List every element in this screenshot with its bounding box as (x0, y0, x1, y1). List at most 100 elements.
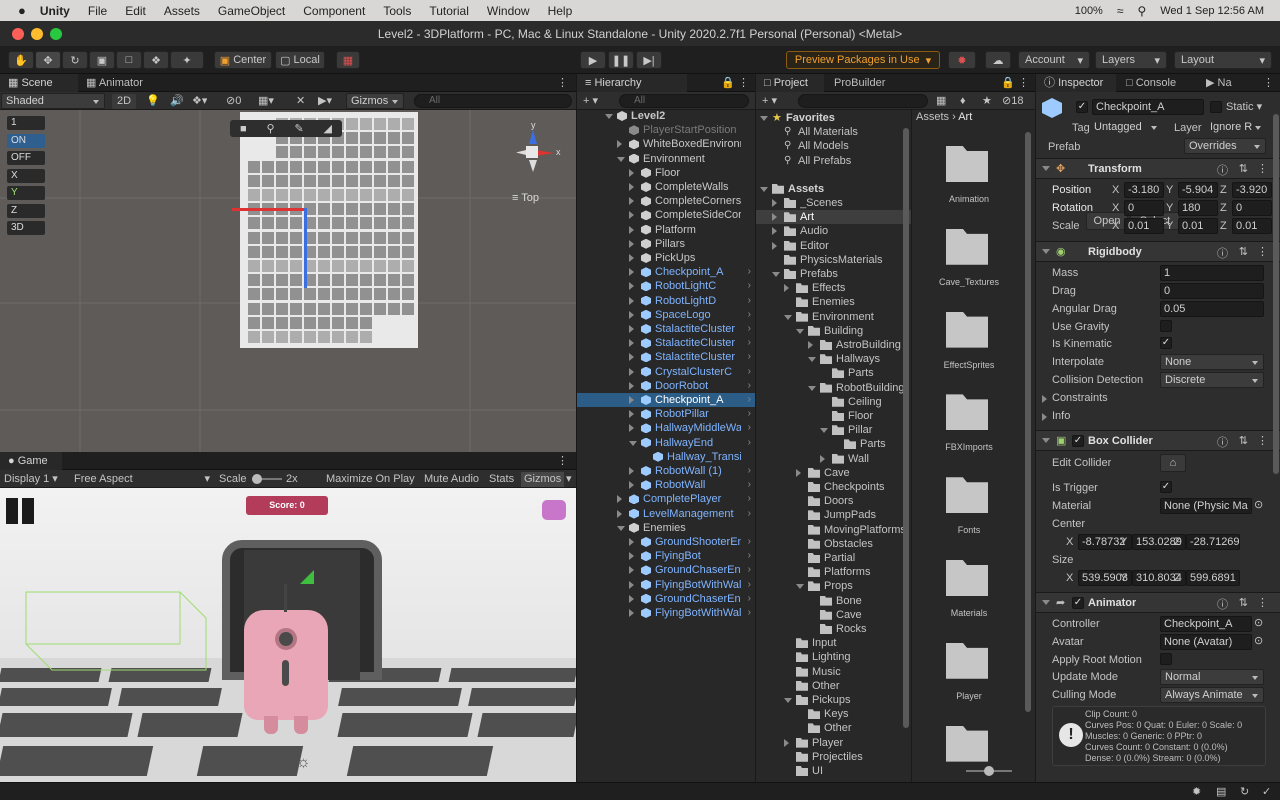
expanded-arrow-icon[interactable] (617, 525, 625, 531)
favorites-header[interactable]: ★ Favorites (756, 111, 911, 125)
rigidbody-header[interactable]: ◉ Rigidbody ⓘ ⇅ ⋮ (1036, 241, 1280, 262)
hierarchy-item[interactable]: StalactiteCluster › (577, 350, 755, 364)
collapsed-arrow-icon[interactable] (629, 225, 634, 234)
hierarchy-item[interactable]: GroundShooterEnemy › (577, 535, 755, 549)
collapsed-arrow-icon[interactable] (808, 341, 813, 349)
collapsed-arrow-icon[interactable] (629, 239, 634, 248)
prefab-open-arrow-icon[interactable]: › (748, 308, 751, 322)
favorite-item[interactable]: ⚲ All Materials (756, 125, 911, 139)
hierarchy-item[interactable]: CompleteWalls (577, 180, 755, 194)
scale-slider-thumb[interactable] (252, 474, 262, 484)
collapsed-arrow-icon[interactable] (629, 424, 634, 433)
project-folder[interactable]: Building (756, 324, 911, 338)
tab-console[interactable]: □ Console (1118, 74, 1196, 92)
interpolate-dropdown[interactable]: None (1160, 354, 1264, 370)
avatar-picker-icon[interactable]: ⊙ (1254, 634, 1263, 647)
project-folder[interactable]: Editor (756, 239, 911, 253)
prefab-open-arrow-icon[interactable]: › (748, 407, 751, 421)
collapsed-arrow-icon[interactable] (629, 467, 634, 475)
rigidbody-preset-icon[interactable]: ⇅ (1239, 245, 1248, 258)
menu-app[interactable]: Unity (40, 4, 70, 18)
hierarchy-item[interactable]: WhiteBoxedEnvironment (577, 137, 755, 151)
hierarchy-item[interactable]: Platform (577, 223, 755, 237)
hidden-packages-icon[interactable]: ⊘18 (1002, 94, 1023, 109)
hierarchy-item[interactable]: StalactiteCluster › (577, 336, 755, 350)
hierarchy-item[interactable]: Level2 (577, 109, 755, 123)
search-icon[interactable]: ⚲ (1137, 4, 1146, 18)
scene-search-input[interactable]: All (414, 94, 572, 108)
hidden-objects-icon[interactable]: ⊘0 (226, 94, 241, 109)
project-folder[interactable]: Pillar (756, 423, 911, 437)
project-folder[interactable]: Parts (756, 437, 911, 451)
transform-preset-icon[interactable]: ⇅ (1239, 162, 1248, 175)
expanded-arrow-icon[interactable] (772, 272, 780, 277)
hierarchy-item[interactable]: RobotLightD › (577, 294, 755, 308)
tools-icon[interactable]: ✕ (296, 94, 305, 109)
collapsed-arrow-icon[interactable] (629, 211, 634, 220)
minimize-window-button[interactable] (31, 28, 43, 40)
scene-gizmos-dropdown[interactable]: Gizmos (346, 93, 404, 109)
asset-grid-scrollbar[interactable] (1025, 132, 1031, 712)
prefab-open-arrow-icon[interactable]: › (748, 478, 751, 492)
project-folder[interactable]: UI (756, 764, 911, 778)
edit-collider-button[interactable]: ⌂ (1160, 454, 1186, 472)
project-folder[interactable]: Partial (756, 551, 911, 565)
aspect-dropdown[interactable]: Free Aspect ▾ (74, 472, 212, 487)
overlay-plane-icon[interactable]: ◢ (324, 122, 332, 135)
close-window-button[interactable] (12, 28, 24, 40)
hierarchy-add-button[interactable]: + ▾ (583, 94, 598, 109)
project-folder[interactable]: Other (756, 679, 911, 693)
prefab-open-arrow-icon[interactable]: › (748, 336, 751, 350)
project-folder[interactable]: JumpPads (756, 508, 911, 522)
collapsed-arrow-icon[interactable] (629, 310, 634, 319)
boxcollider-header[interactable]: ▣ ✓ Box Collider ⓘ ⇅ ⋮ (1036, 430, 1280, 451)
project-folder[interactable]: Other (756, 721, 911, 735)
collapsed-arrow-icon[interactable] (796, 468, 801, 477)
tab-game[interactable]: ● Game (0, 452, 62, 470)
prefab-open-arrow-icon[interactable]: › (748, 379, 751, 393)
expanded-arrow-icon[interactable] (796, 328, 804, 334)
asset-folder-tile[interactable]: Materials (913, 560, 1025, 630)
tab-animator[interactable]: ▦ Animator (78, 74, 158, 92)
hierarchy-lock-icon[interactable]: 🔒 (721, 76, 735, 89)
expanded-arrow-icon[interactable] (629, 440, 637, 446)
tab-scene[interactable]: ▦ Scene (0, 74, 78, 92)
inspector-menu-icon[interactable]: ⋮ (1263, 76, 1274, 89)
collapsed-arrow-icon[interactable] (629, 566, 634, 575)
collision-detection-dropdown[interactable]: Discrete (1160, 372, 1264, 388)
game-panel-menu-icon[interactable]: ⋮ (557, 454, 568, 467)
pivot-center-button[interactable]: ▣ Center (214, 51, 272, 69)
boxcollider-fold-icon[interactable] (1042, 438, 1050, 443)
overlay-cube-icon[interactable]: ■ (240, 123, 247, 135)
mode-2d-toggle[interactable]: 2D (112, 94, 136, 109)
vector-y-field[interactable]: 180 (1178, 200, 1218, 216)
expanded-arrow-icon[interactable] (784, 698, 792, 703)
project-folder[interactable]: Lighting (756, 650, 911, 664)
panel-menu-icon[interactable]: ⋮ (557, 76, 568, 89)
prefab-open-arrow-icon[interactable]: › (748, 393, 751, 407)
collapsed-arrow-icon[interactable] (617, 140, 622, 149)
prefab-open-arrow-icon[interactable]: › (748, 279, 751, 293)
project-folder[interactable]: MovingPlatforms (756, 523, 911, 537)
level-topdown-view[interactable] (240, 112, 418, 348)
prefab-open-arrow-icon[interactable]: › (748, 507, 751, 521)
project-folder[interactable]: Ceiling (756, 395, 911, 409)
vector-x-field[interactable]: -3.180 (1124, 182, 1164, 198)
prefab-open-arrow-icon[interactable]: › (748, 549, 751, 563)
expanded-arrow-icon[interactable] (617, 156, 625, 162)
hierarchy-item[interactable]: PickUps (577, 251, 755, 265)
hierarchy-menu-icon[interactable]: ⋮ (738, 76, 749, 89)
prefab-open-arrow-icon[interactable]: › (748, 492, 751, 506)
collapsed-arrow-icon[interactable] (617, 495, 622, 504)
project-folder[interactable]: AstroBuilding (756, 338, 911, 352)
project-folder[interactable]: Player (756, 736, 911, 750)
layers-dropdown[interactable]: Layers ▾ (1095, 51, 1167, 69)
project-folder[interactable]: Art (756, 210, 911, 225)
maximize-on-play-toggle[interactable]: Maximize On Play (326, 472, 415, 487)
scene-tool-x[interactable]: X (7, 168, 45, 183)
collapsed-arrow-icon[interactable] (629, 339, 634, 348)
layout-dropdown[interactable]: Layout ▾ (1174, 51, 1272, 69)
hierarchy-item[interactable]: CompleteCorners (577, 194, 755, 208)
orientation-gizmo[interactable]: y x (508, 120, 561, 180)
collapsed-arrow-icon[interactable] (629, 353, 634, 362)
